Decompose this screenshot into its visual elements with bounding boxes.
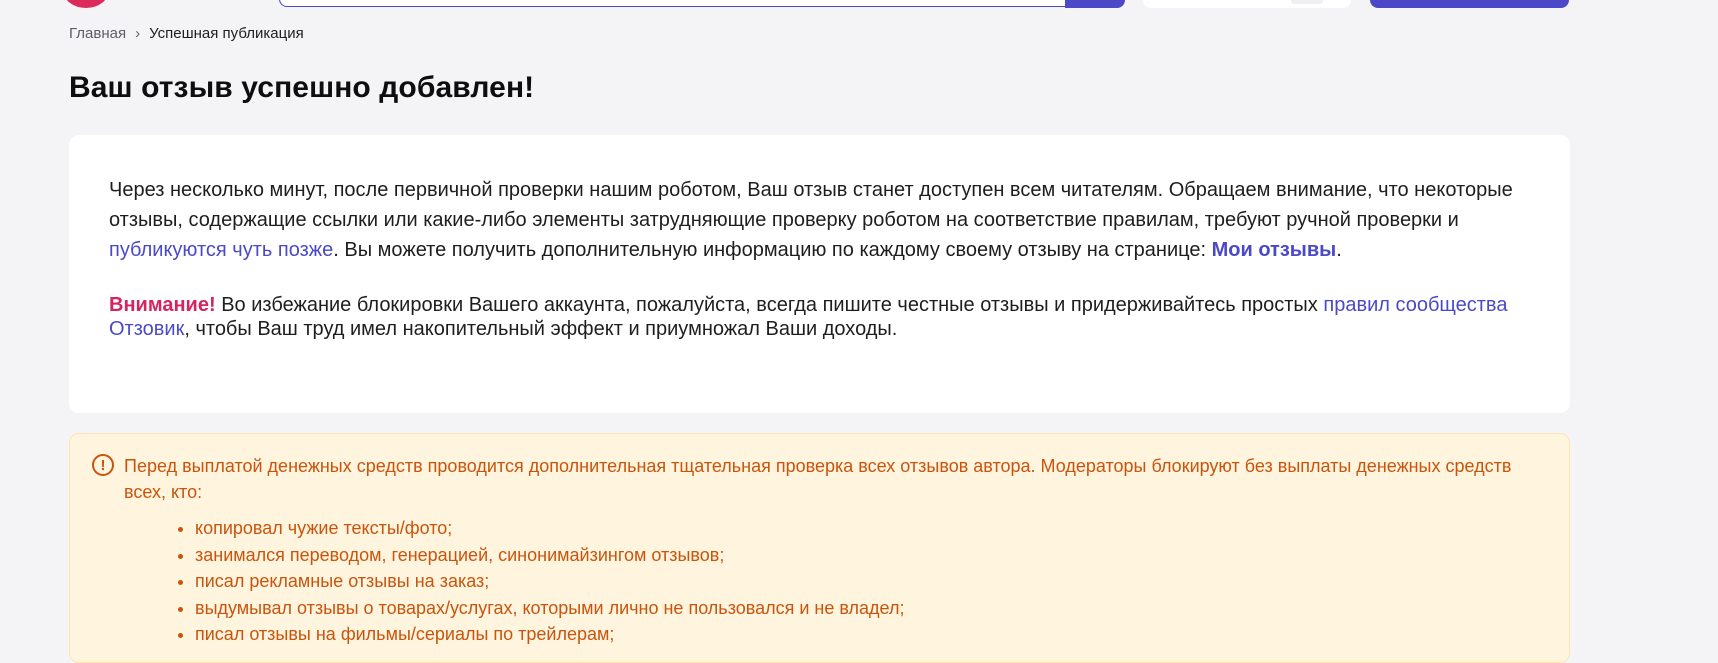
warning-text-part1: Во избежание блокировки Вашего аккаунта,… (215, 294, 1324, 316)
list-item: занимался переводом, генерацией, синоним… (195, 542, 904, 569)
my-reviews-link[interactable]: Мои отзывы (1212, 239, 1337, 261)
list-item: писал рекламные отзывы на заказ; (195, 568, 904, 595)
warning-paragraph: Внимание! Во избежание блокировки Вашего… (109, 293, 1529, 341)
list-item: писал отзывы на фильмы/сериалы по трейле… (195, 621, 904, 648)
info-paragraph: Через несколько минут, после первичной п… (109, 175, 1529, 265)
info-text-end: . (1336, 239, 1342, 261)
notice-text: Перед выплатой денежных средств проводит… (124, 456, 1512, 502)
info-text-part1: Через несколько минут, после первичной п… (109, 179, 1513, 231)
list-item: выдумывал отзывы о товарах/услугах, кото… (195, 595, 904, 622)
published-later-link[interactable]: публикуются чуть позже (109, 239, 333, 261)
exclamation-circle-icon: ! (92, 454, 114, 476)
select-placeholder-bar (1291, 0, 1323, 4)
search-button[interactable] (1065, 0, 1125, 8)
list-item: копировал чужие тексты/фото; (195, 515, 904, 542)
breadcrumb-home-link[interactable]: Главная (69, 25, 126, 43)
payout-check-notice: ! Перед выплатой денежных средств провод… (69, 433, 1570, 663)
breadcrumb-current: Успешная публикация (149, 25, 304, 42)
info-text-part2: . Вы можете получить дополнительную инфо… (333, 239, 1212, 261)
success-info-card: Через несколько минут, после первичной п… (69, 135, 1570, 413)
notice-list: копировал чужие тексты/фото; занимался п… (175, 515, 904, 648)
attention-label: Внимание! (109, 294, 216, 316)
warning-text-part2: , чтобы Ваш труд имел накопительный эффе… (184, 318, 898, 340)
search-input[interactable] (279, 0, 1069, 7)
header-select[interactable] (1143, 0, 1351, 8)
page-title: Ваш отзыв успешно добавлен! (69, 71, 535, 104)
site-logo[interactable] (63, 0, 109, 8)
breadcrumb-separator: › (135, 25, 141, 42)
breadcrumb: Главная › Успешная публикация (69, 25, 304, 43)
header-primary-button[interactable] (1370, 0, 1569, 8)
